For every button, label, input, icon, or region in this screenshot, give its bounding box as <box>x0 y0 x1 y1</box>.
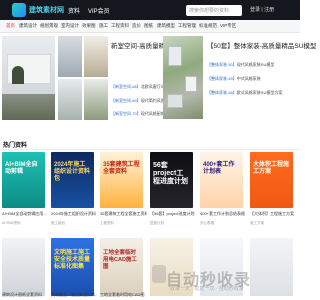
resource-card-title[interactable]: 35套建筑工程全套施工资料 <box>100 211 147 217</box>
resource-card-title[interactable]: 文明施工、施工安全技术… <box>51 292 97 298</box>
nav-item[interactable]: 建筑设计 <box>19 23 37 29</box>
building-block <box>168 46 182 66</box>
resource-card-image[interactable]: 56套project工程进度计划 <box>150 152 193 208</box>
poster-text: 工地全套临时用电CAD施工图 <box>103 250 137 270</box>
resource-card-image[interactable]: 工地全套临时用电CAD施工图 <box>100 238 143 296</box>
watermark-subtitle: 收录一天 · 稳定一次 · 自动秒收录 <box>170 286 244 292</box>
poster-text: 文明施工施工安全技术质量标准化图集 <box>54 250 91 270</box>
resource-card-title[interactable]: 工地全套临时用电CAD图 <box>100 292 147 298</box>
featured-thumb[interactable] <box>58 36 82 77</box>
line-tag: 【新室空间-68】 <box>111 84 141 89</box>
line-tag: 【整体家装-48】 <box>207 90 237 95</box>
poster-text: 400+套工作计划表 <box>203 162 235 175</box>
featured-right-line[interactable]: 【整体家装-50】现代风格家装SU模型 <box>207 62 274 68</box>
nav-item[interactable]: 工程资料 <box>111 23 129 29</box>
line-text: 欧式风格家装SU模型方案 <box>236 90 283 95</box>
line-tag: 【整体家装-50】 <box>207 62 237 67</box>
resource-card-title[interactable]: 建筑设计图纸全套资料 <box>2 292 48 298</box>
resource-card-image[interactable]: 35套建筑工程全套资料 <box>100 152 143 208</box>
resource-card-title[interactable]: 【56套】project进度计划 <box>150 211 197 217</box>
nav-item[interactable]: 效果图 <box>82 23 96 29</box>
line-tag: 【新室空间-70】 <box>111 111 141 116</box>
brand-name[interactable]: 建筑素材网 <box>29 5 64 15</box>
resource-card-image[interactable]: 2024年施工组织设计资料包 <box>51 152 94 208</box>
line-text: 中式风格家装 <box>236 76 261 81</box>
resource-card-category: 施工组织 <box>51 221 65 225</box>
poster-text: 35套建筑工程全套资料 <box>103 162 140 175</box>
brand-logo-icon[interactable] <box>12 3 26 17</box>
resource-card-category: AI+BIM资料 <box>2 221 21 225</box>
resource-card-title[interactable]: AI+BIM全自动剪辑应用… <box>2 211 48 217</box>
nav-item[interactable]: 工程管理 <box>178 23 196 29</box>
login-link[interactable]: 登录 | 注册 <box>250 6 274 13</box>
top-bar: 建筑素材网 资料 VIP会员 搜索你想要的资料 登录 | 注册 <box>0 0 300 20</box>
watermark-logo-icon <box>152 265 166 283</box>
section-divider <box>0 149 300 150</box>
featured-right-line[interactable]: 【整体家装-48】欧式风格家装SU模型方案 <box>207 90 282 96</box>
line-tag: 【新室空间-69】 <box>111 98 141 103</box>
line-tag: 【整体家装-49】 <box>207 76 237 81</box>
resource-card-category: 进度计划 <box>150 221 164 225</box>
resource-card-image[interactable]: 400+套工作计划表 <box>200 152 243 208</box>
resource-card-category: 办公表格 <box>200 221 214 225</box>
room-render-floor <box>2 94 55 120</box>
nav-item[interactable]: 图纸 <box>144 23 153 29</box>
featured-left-image[interactable] <box>2 36 55 120</box>
nav-item[interactable]: 施工 <box>99 23 108 29</box>
resource-card-title[interactable]: 2024年施工组织设计资料 <box>51 211 97 217</box>
resource-card-image[interactable] <box>250 238 293 296</box>
poster-text: 2024年施工组织设计资料包 <box>54 162 91 182</box>
nav-item[interactable]: 造价 <box>132 23 141 29</box>
featured-right-image[interactable] <box>163 36 203 119</box>
featured-right-line[interactable]: 【整体家装-49】中式风格家装 <box>207 76 261 82</box>
featured-right-title[interactable]: 【50套】整体家装-高质量精品SU模型 <box>207 40 316 50</box>
category-nav: 首页 建筑设计 规划景观 室内设计 效果图 施工 工程资料 造价 图纸 建筑模型… <box>0 20 300 33</box>
nav-item[interactable]: 标准规范 <box>199 23 217 29</box>
nav-item[interactable]: 规划景观 <box>40 23 58 29</box>
nav-item[interactable]: 建筑模型 <box>157 23 175 29</box>
nav-item-home[interactable]: 首页 <box>6 23 15 29</box>
resource-card-image[interactable]: 文明施工施工安全技术质量标准化图集 <box>51 238 94 296</box>
nav-item[interactable]: 室内设计 <box>61 23 79 29</box>
featured-thumb[interactable] <box>84 36 108 77</box>
section-title: 热门资料 <box>3 143 28 149</box>
poster-text: 56套project工程进度计划 <box>153 162 188 185</box>
poster-text: AI+BIM全自动剪辑 <box>5 162 38 175</box>
top-link-vip[interactable]: VIP会员 <box>88 6 110 15</box>
building-block <box>167 94 183 108</box>
resource-card-image[interactable] <box>2 238 45 296</box>
featured-thumb[interactable] <box>84 79 108 120</box>
room-render-plant <box>12 66 24 84</box>
nav-item[interactable]: VIP专区 <box>220 23 236 29</box>
building-block <box>185 76 197 92</box>
resource-card-category: 工程资料 <box>100 221 114 225</box>
resource-card-image[interactable]: AI+BIM全自动剪辑 <box>2 152 45 208</box>
resource-card-title[interactable]: 【大体积】工程施工方案 <box>250 211 298 217</box>
resource-card-category: 施工方案 <box>250 221 264 225</box>
poster-text: 大体积工程施工方案 <box>253 162 290 175</box>
line-text: 现代风格家装SU模型 <box>236 62 275 67</box>
featured-thumb[interactable] <box>58 79 82 120</box>
search-input[interactable]: 搜索你想要的资料 <box>186 5 242 16</box>
top-link-resources[interactable]: 资料 <box>68 6 80 15</box>
resource-card-title[interactable]: 400+套工作计划总结表格 <box>200 211 247 217</box>
resource-card-image[interactable]: 大体积工程施工方案 <box>250 152 293 208</box>
